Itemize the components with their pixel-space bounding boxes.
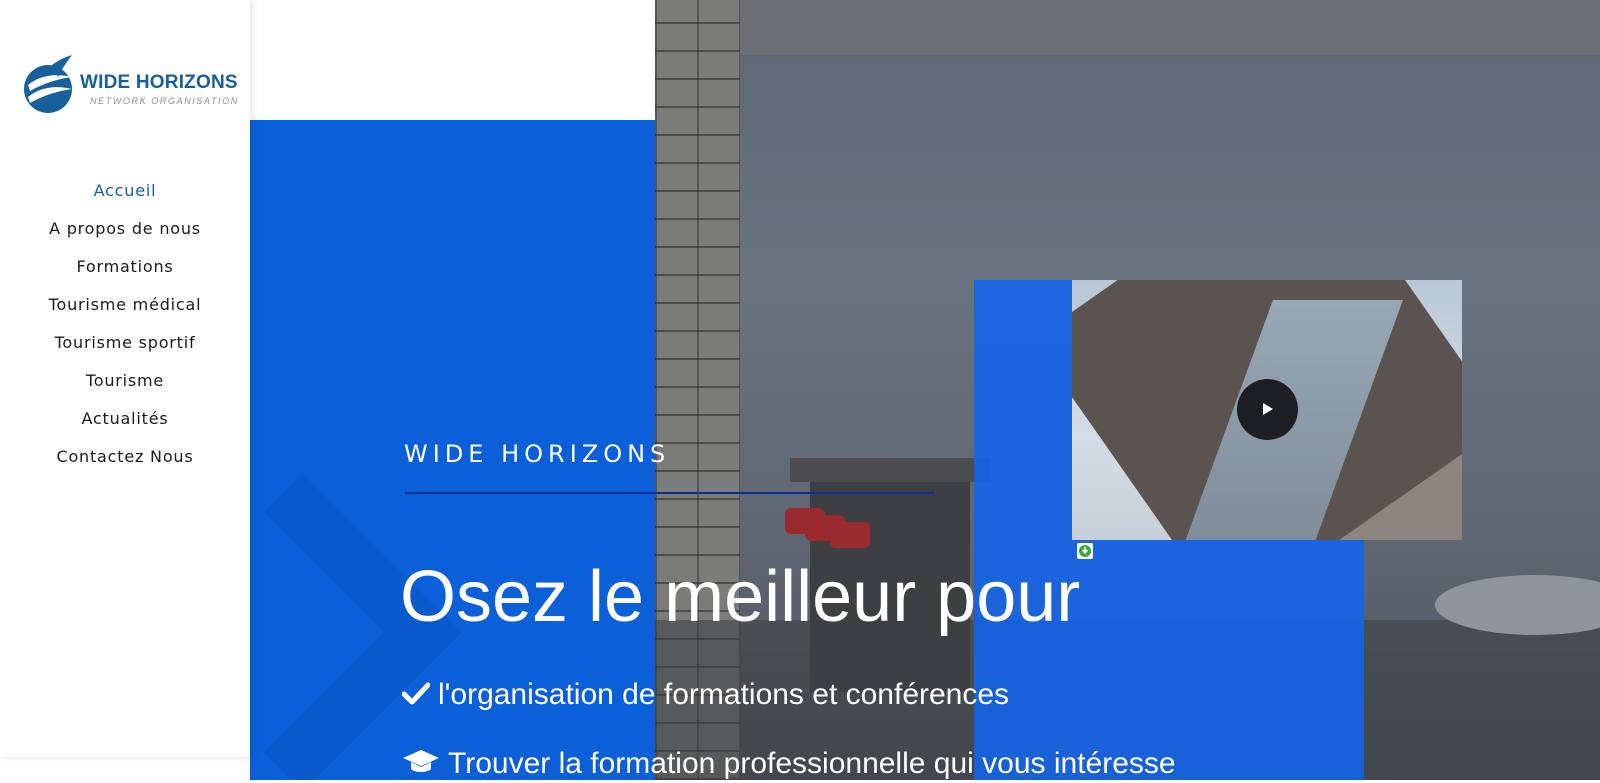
play-icon bbox=[1263, 403, 1273, 415]
nav-item-tourisme-sportif[interactable]: Tourisme sportif bbox=[0, 324, 250, 362]
nav-item-tourisme[interactable]: Tourisme bbox=[0, 362, 250, 400]
nav-item-accueil[interactable]: Accueil bbox=[0, 172, 250, 210]
logo-subtitle: NETWORK ORGANISATION bbox=[90, 96, 239, 106]
hero-bullet-text: Trouver la formation professionnelle qui… bbox=[448, 747, 1176, 780]
check-icon bbox=[401, 678, 431, 714]
nav-item-a-propos[interactable]: A propos de nous bbox=[0, 210, 250, 248]
download-arrow-icon bbox=[1079, 545, 1091, 557]
hero-bullet-text: l'organisation de formations et conféren… bbox=[438, 678, 1010, 711]
logo[interactable]: WIDE HORIZONS NETWORK ORGANISATION bbox=[22, 55, 238, 115]
hero-headline: Osez le meilleur pour bbox=[400, 557, 1081, 637]
hero-bullet: Trouver la formation professionnelle qui… bbox=[402, 746, 1176, 783]
photo-table-top bbox=[790, 458, 990, 482]
photo-stool bbox=[830, 522, 870, 548]
nav-item-formations[interactable]: Formations bbox=[0, 248, 250, 286]
nav-item-contact[interactable]: Contactez Nous bbox=[0, 438, 250, 476]
logo-title: WIDE HORIZONS bbox=[80, 72, 238, 93]
main-nav: Accueil A propos de nous Formations Tour… bbox=[0, 172, 250, 476]
graduation-cap-icon bbox=[402, 747, 440, 783]
hero-divider bbox=[405, 492, 935, 494]
photo-ceiling bbox=[655, 0, 1600, 55]
play-video-button[interactable] bbox=[1237, 379, 1298, 440]
sidebar: WIDE HORIZONS NETWORK ORGANISATION Accue… bbox=[0, 0, 250, 757]
logo-swoosh-icon bbox=[24, 55, 72, 113]
hero-bullet: l'organisation de formations et conféren… bbox=[401, 677, 1010, 714]
hero-top-white-area bbox=[250, 0, 655, 120]
hero-eyebrow: WIDE HORIZONS bbox=[404, 440, 671, 468]
nav-item-actualites[interactable]: Actualités bbox=[0, 400, 250, 438]
nav-item-tourisme-medical[interactable]: Tourisme médical bbox=[0, 286, 250, 324]
